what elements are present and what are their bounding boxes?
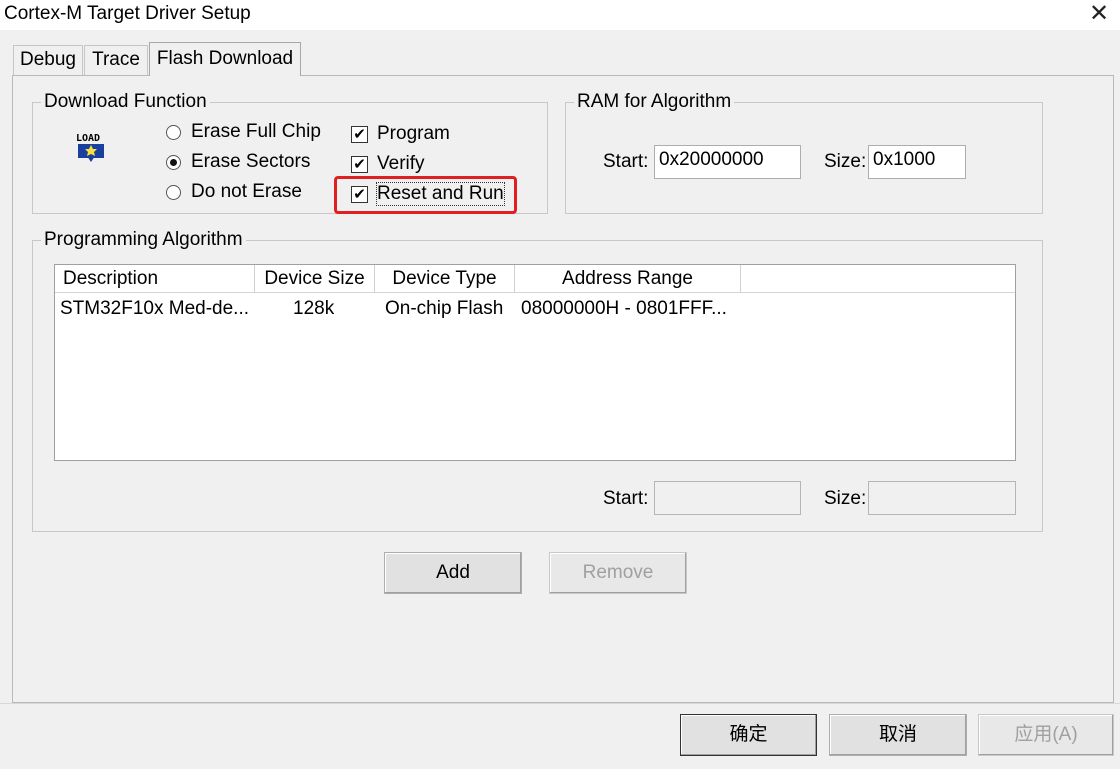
radio-erase-sectors-label: Erase Sectors bbox=[191, 151, 311, 172]
ram-size-input[interactable]: 0x1000 bbox=[868, 145, 966, 179]
col-description[interactable]: Description bbox=[55, 265, 255, 293]
algo-start-label: Start: bbox=[603, 488, 649, 509]
radio-erase-full-chip[interactable]: Erase Full Chip bbox=[166, 119, 321, 145]
title-bar: Cortex-M Target Driver Setup ✕ bbox=[0, 0, 1120, 30]
tab-debug[interactable]: Debug bbox=[13, 45, 83, 75]
col-device-size[interactable]: Device Size bbox=[255, 265, 375, 293]
checkbox-program-label: Program bbox=[377, 123, 450, 144]
algo-start-input[interactable] bbox=[654, 481, 801, 515]
radio-do-not-erase-indicator[interactable] bbox=[166, 184, 181, 200]
algo-size-label: Size: bbox=[824, 488, 867, 509]
footer-separator bbox=[0, 703, 1120, 704]
load-icon: LOAD bbox=[76, 133, 104, 162]
radio-do-not-erase-label: Do not Erase bbox=[191, 181, 302, 202]
load-icon-text: LOAD bbox=[76, 133, 100, 144]
radio-erase-full-chip-indicator[interactable] bbox=[166, 124, 181, 140]
ram-size-label: Size: bbox=[824, 151, 867, 172]
row-device-type: On-chip Flash bbox=[385, 298, 504, 319]
row-device-size: 128k bbox=[293, 298, 335, 319]
window-title: Cortex-M Target Driver Setup bbox=[4, 3, 251, 24]
checkbox-verify-box[interactable]: ✔ bbox=[351, 155, 368, 173]
radio-erase-sectors[interactable]: Erase Sectors bbox=[166, 149, 310, 175]
highlight-box bbox=[334, 176, 517, 214]
checkbox-verify[interactable]: ✔ Verify bbox=[351, 151, 425, 177]
algo-size-input[interactable] bbox=[868, 481, 1016, 515]
programming-algorithm-title: Programming Algorithm bbox=[41, 229, 246, 251]
add-button[interactable]: Add bbox=[384, 552, 522, 594]
list-header: Description Device Size Device Type Addr… bbox=[55, 265, 1015, 293]
algorithm-list[interactable]: Description Device Size Device Type Addr… bbox=[54, 264, 1016, 461]
radio-erase-sectors-indicator[interactable] bbox=[166, 154, 181, 170]
cancel-button[interactable]: 取消 bbox=[829, 714, 967, 756]
tab-flash-download[interactable]: Flash Download bbox=[149, 42, 301, 76]
col-device-type[interactable]: Device Type bbox=[375, 265, 515, 293]
tab-debug-label: Debug bbox=[20, 49, 76, 70]
tab-flash-download-label: Flash Download bbox=[156, 48, 294, 69]
ram-start-label: Start: bbox=[603, 151, 649, 172]
ram-start-input[interactable]: 0x20000000 bbox=[654, 145, 801, 179]
tab-trace[interactable]: Trace bbox=[84, 45, 148, 75]
radio-do-not-erase[interactable]: Do not Erase bbox=[166, 179, 302, 205]
checkbox-verify-label: Verify bbox=[377, 153, 425, 174]
checkbox-program-box[interactable]: ✔ bbox=[351, 125, 368, 143]
radio-erase-full-chip-label: Erase Full Chip bbox=[191, 121, 321, 142]
row-address-range: 08000000H - 0801FFF... bbox=[521, 298, 727, 319]
ram-start-value: 0x20000000 bbox=[659, 149, 764, 170]
tab-trace-label: Trace bbox=[92, 49, 140, 70]
col-address-range[interactable]: Address Range bbox=[515, 265, 741, 293]
row-description: STM32F10x Med-de... bbox=[60, 298, 250, 319]
apply-button[interactable]: 应用(A) bbox=[978, 714, 1114, 756]
remove-button[interactable]: Remove bbox=[549, 552, 687, 594]
table-row[interactable]: STM32F10x Med-de... 128k On-chip Flash 0… bbox=[55, 295, 1015, 323]
download-function-title: Download Function bbox=[41, 91, 210, 113]
ok-button[interactable]: 确定 bbox=[680, 714, 817, 756]
ram-size-value: 0x1000 bbox=[873, 149, 936, 170]
checkbox-program[interactable]: ✔ Program bbox=[351, 121, 450, 147]
ram-for-algorithm-title: RAM for Algorithm bbox=[574, 91, 735, 113]
close-icon[interactable]: ✕ bbox=[1086, 1, 1112, 27]
